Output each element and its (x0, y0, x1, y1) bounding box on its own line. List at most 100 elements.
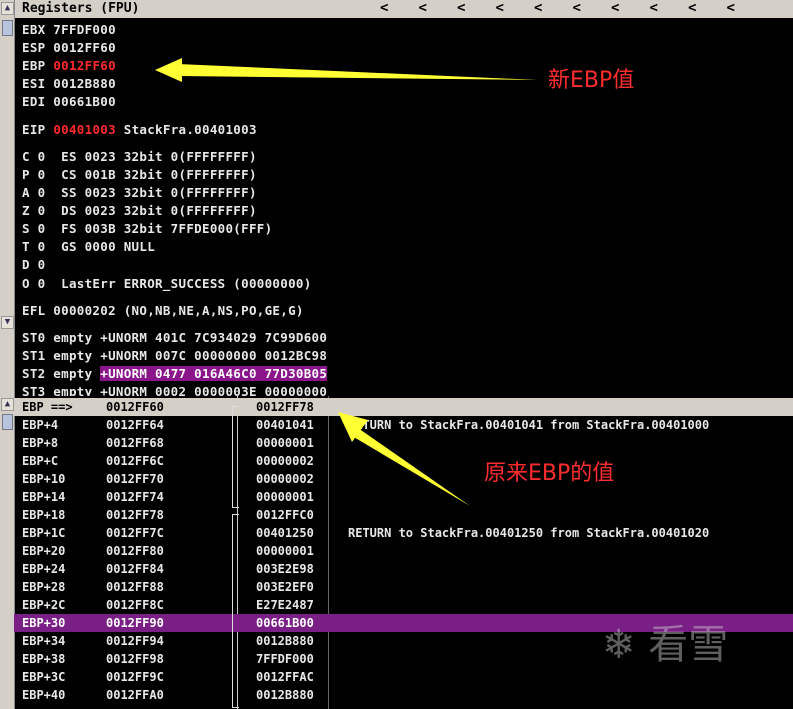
stack-row[interactable]: EBP+10 0012FF70 00000002 (14, 470, 793, 488)
stack-label: EBP+24 (22, 562, 66, 576)
nav-left-arrow-icon[interactable]: < (496, 0, 535, 16)
stack-addr: 0012FF6C (106, 454, 164, 468)
register-text: EBX 7FFDF000 (22, 22, 116, 37)
stack-row[interactable]: EBP+20 0012FF80 00000001 (14, 542, 793, 560)
snowflake-icon: ❄ (602, 622, 636, 668)
scroll-thumb[interactable] (2, 414, 13, 430)
stack-addr: 0012FFA0 (106, 688, 164, 702)
register-nav-arrows[interactable]: < < < < < < < < < < (380, 0, 765, 16)
register-line[interactable]: C 0 ES 0023 32bit 0(FFFFFFFF) (22, 149, 257, 164)
register-text: T 0 GS 0000 NULL (22, 239, 156, 254)
register-text: O 0 LastErr ERROR_SUCCESS (00000000) (22, 276, 312, 291)
stack-label: EBP+1C (22, 526, 66, 540)
stack-label: EBP+28 (22, 580, 66, 594)
register-line[interactable]: P 0 CS 001B 32bit 0(FFFFFFFF) (22, 167, 257, 182)
stack-row[interactable]: EBP+3C 0012FF9C 0012FFAC (14, 668, 793, 686)
nav-left-arrow-icon[interactable]: < (611, 0, 650, 16)
stack-row[interactable]: EBP+18 0012FF78 0012FFC0 (14, 506, 793, 524)
stack-addr: 0012FF9C (106, 670, 164, 684)
stack-label: EBP+4 (22, 418, 59, 432)
stack-addr: 0012FF90 (106, 616, 164, 630)
stack-value: 7FFDF000 (256, 652, 314, 666)
register-text: S 0 FS 003B 32bit 7FFDE000(FFF) (22, 221, 273, 236)
stack-addr: 0012FF88 (106, 580, 164, 594)
stack-addr: 0012FF98 (106, 652, 164, 666)
register-line[interactable]: ESI 0012B880 (22, 76, 116, 91)
register-line[interactable]: O 0 LastErr ERROR_SUCCESS (00000000) (22, 276, 312, 291)
stack-value: 00000001 (256, 544, 314, 558)
stack-addr: 0012FF94 (106, 634, 164, 648)
register-text: ST1 empty +UNORM 007C 00000000 0012BC98 (22, 348, 328, 363)
stack-addr: 0012FF70 (106, 472, 164, 486)
scroll-thumb[interactable] (2, 20, 13, 36)
register-highlight: +UNORM 0477 016A46C0 77D30B05 (100, 366, 328, 381)
nav-left-arrow-icon[interactable]: < (727, 0, 766, 16)
stack-scrollbar[interactable]: ▲ (0, 396, 15, 709)
stack-addr: 0012FF78 (106, 508, 164, 522)
scroll-down-icon[interactable]: ▼ (1, 316, 14, 329)
stack-comment: RETURN to StackFra.00401250 from StackFr… (348, 526, 710, 540)
stack-value: 0012B880 (256, 634, 314, 648)
stack-addr: 0012FF8C (106, 598, 164, 612)
stack-value: 0012FFAC (256, 670, 314, 684)
stack-label: EBP+8 (22, 436, 59, 450)
register-comment: StackFra.00401003 (115, 122, 257, 137)
register-text: EDI 00661B00 (22, 94, 116, 109)
register-value-changed: 00401003 (53, 122, 116, 137)
stack-row[interactable]: EBP+4 0012FF64 00401041 RETURN to StackFra.… (14, 416, 793, 434)
stack-value: 00401041 (256, 418, 314, 432)
register-line[interactable]: A 0 SS 0023 32bit 0(FFFFFFFF) (22, 185, 257, 200)
scroll-up-icon[interactable]: ▲ (1, 2, 14, 15)
stack-label: EBP+20 (22, 544, 66, 558)
register-line[interactable]: EFL 00000202 (NO,NB,NE,A,NS,PO,GE,G) (22, 303, 304, 318)
stack-row[interactable]: EBP+24 0012FF84 003E2E98 (14, 560, 793, 578)
register-text: Z 0 DS 0023 32bit 0(FFFFFFFF) (22, 203, 257, 218)
stack-value: 003E2EF0 (256, 580, 314, 594)
registers-title: Registers (FPU) (22, 1, 140, 16)
stack-value: 0012FFC0 (256, 508, 314, 522)
stack-label: EBP+30 (22, 616, 66, 630)
stack-addr: 0012FF60 (106, 400, 164, 414)
nav-left-arrow-icon[interactable]: < (573, 0, 612, 16)
registers-scrollbar[interactable]: ▲ ▼ (0, 0, 15, 396)
stack-row[interactable]: EBP+40 0012FFA0 0012B880 (14, 686, 793, 704)
stack-row[interactable]: EBP+14 0012FF74 00000001 (14, 488, 793, 506)
stack-value: 00000002 (256, 454, 314, 468)
nav-left-arrow-icon[interactable]: < (419, 0, 458, 16)
register-line[interactable]: ST3 empty +UNORM 0002 0000003E 00000000 (22, 384, 327, 396)
stack-value: E27E2487 (256, 598, 314, 612)
stack-row[interactable]: EBP ==> 0012FF60 0012FF78 (14, 398, 793, 416)
register-text: P 0 CS 001B 32bit 0(FFFFFFFF) (22, 167, 257, 182)
stack-row[interactable]: EBP+C 0012FF6C 00000002 (14, 452, 793, 470)
nav-left-arrow-icon[interactable]: < (650, 0, 689, 16)
register-line[interactable]: S 0 FS 003B 32bit 7FFDE000(FFF) (22, 221, 272, 236)
stack-label: EBP+18 (22, 508, 66, 522)
registers-title-bar[interactable]: Registers (FPU) < < < < < < < < < < (0, 0, 793, 18)
register-text: D 0 (22, 257, 46, 272)
register-line[interactable]: ST2 empty +UNORM 0477 016A46C0 77D30B05 (22, 366, 328, 381)
nav-left-arrow-icon[interactable]: < (380, 0, 419, 16)
register-line[interactable]: EDI 00661B00 (22, 94, 116, 109)
register-line[interactable]: ESP 0012FF60 (22, 40, 116, 55)
register-text: EFL 00000202 (NO,NB,NE,A,NS,PO,GE,G) (22, 303, 304, 318)
register-line[interactable]: EBP 0012FF60 (22, 58, 116, 73)
scroll-up-icon[interactable]: ▲ (1, 398, 14, 411)
stack-row[interactable]: EBP+8 0012FF68 00000001 (14, 434, 793, 452)
stack-label: EBP+34 (22, 634, 66, 648)
stack-value: 00000002 (256, 472, 314, 486)
register-line[interactable]: D 0 (22, 257, 45, 272)
stack-row[interactable]: EBP+1C 0012FF7C 00401250 RETURN to StackFra… (14, 524, 793, 542)
stack-row[interactable]: EBP+28 0012FF88 003E2EF0 (14, 578, 793, 596)
nav-left-arrow-icon[interactable]: < (688, 0, 727, 16)
stack-value: 00000001 (256, 490, 314, 504)
nav-left-arrow-icon[interactable]: < (457, 0, 496, 16)
register-line[interactable]: Z 0 DS 0023 32bit 0(FFFFFFFF) (22, 203, 257, 218)
register-line[interactable]: EIP 00401003 StackFra.00401003 (22, 122, 257, 137)
register-line[interactable]: ST1 empty +UNORM 007C 00000000 0012BC98 (22, 348, 327, 363)
register-line[interactable]: EBX 7FFDF000 (22, 22, 116, 37)
register-text: ST3 empty +UNORM 0002 0000003E 00000000 (22, 384, 328, 396)
nav-left-arrow-icon[interactable]: < (534, 0, 573, 16)
register-line[interactable]: T 0 GS 0000 NULL (22, 239, 155, 254)
register-line[interactable]: ST0 empty +UNORM 401C 7C934029 7C99D600 (22, 330, 327, 345)
register-text: EBP (22, 58, 54, 73)
